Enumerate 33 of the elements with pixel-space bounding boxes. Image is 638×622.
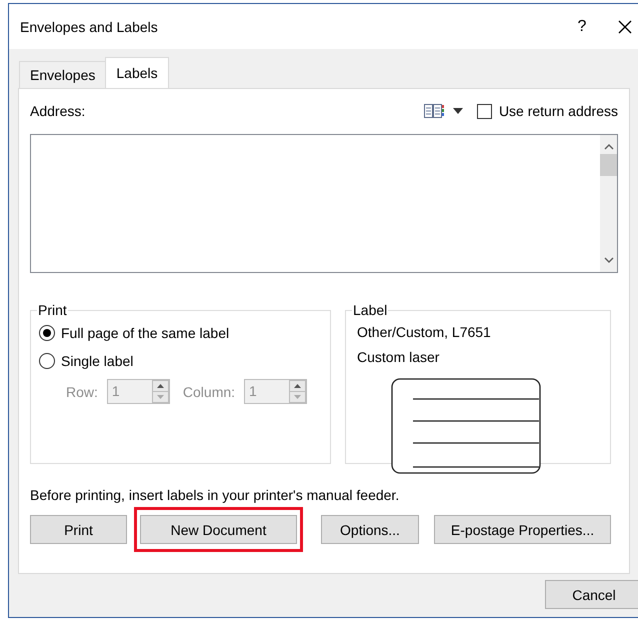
dialog-button[interactable]: New Document: [140, 515, 297, 544]
dialog-button[interactable]: Print: [30, 515, 127, 544]
close-icon[interactable]: [618, 20, 632, 34]
cancel-button[interactable]: Cancel: [545, 580, 638, 609]
scroll-down-icon[interactable]: [604, 257, 614, 263]
radio-button[interactable]: [39, 353, 55, 369]
scrollbar[interactable]: [600, 135, 617, 272]
help-button[interactable]: ?: [572, 18, 592, 36]
instruction-text: Before printing, insert labels in your printer's manual feeder.: [30, 487, 400, 503]
print-group-title: Print: [37, 302, 68, 318]
scroll-thumb[interactable]: [600, 154, 617, 176]
spin-arrows-icon[interactable]: [152, 380, 169, 403]
address-label: Address:: [30, 103, 86, 119]
radio-button[interactable]: [39, 325, 55, 341]
spin-label: Row:: [66, 384, 98, 400]
return-address-checkbox[interactable]: [476, 104, 492, 118]
dialog-button[interactable]: Options...: [321, 515, 419, 544]
label-info-text: Custom laser: [357, 348, 440, 367]
address-book-icon[interactable]: [424, 103, 444, 119]
label-info-text: Other/Custom, L7651: [357, 323, 492, 342]
address-field[interactable]: [30, 134, 618, 273]
tab[interactable]: Labels: [105, 57, 169, 88]
dropdown-caret-icon[interactable]: [452, 108, 463, 114]
window-title: Envelopes and Labels: [20, 18, 159, 34]
spin-arrows-icon[interactable]: [289, 380, 306, 403]
spin-label: Column:: [182, 384, 236, 400]
label-group-title: Label: [352, 302, 388, 318]
radio-label: Single label: [61, 353, 134, 369]
return-address-label: Use return address: [498, 103, 618, 119]
dialog-button[interactable]: E-postage Properties...: [434, 515, 611, 544]
scroll-up-icon[interactable]: [604, 144, 614, 150]
tab[interactable]: Envelopes: [19, 61, 106, 88]
radio-label: Full page of the same label: [61, 325, 230, 341]
